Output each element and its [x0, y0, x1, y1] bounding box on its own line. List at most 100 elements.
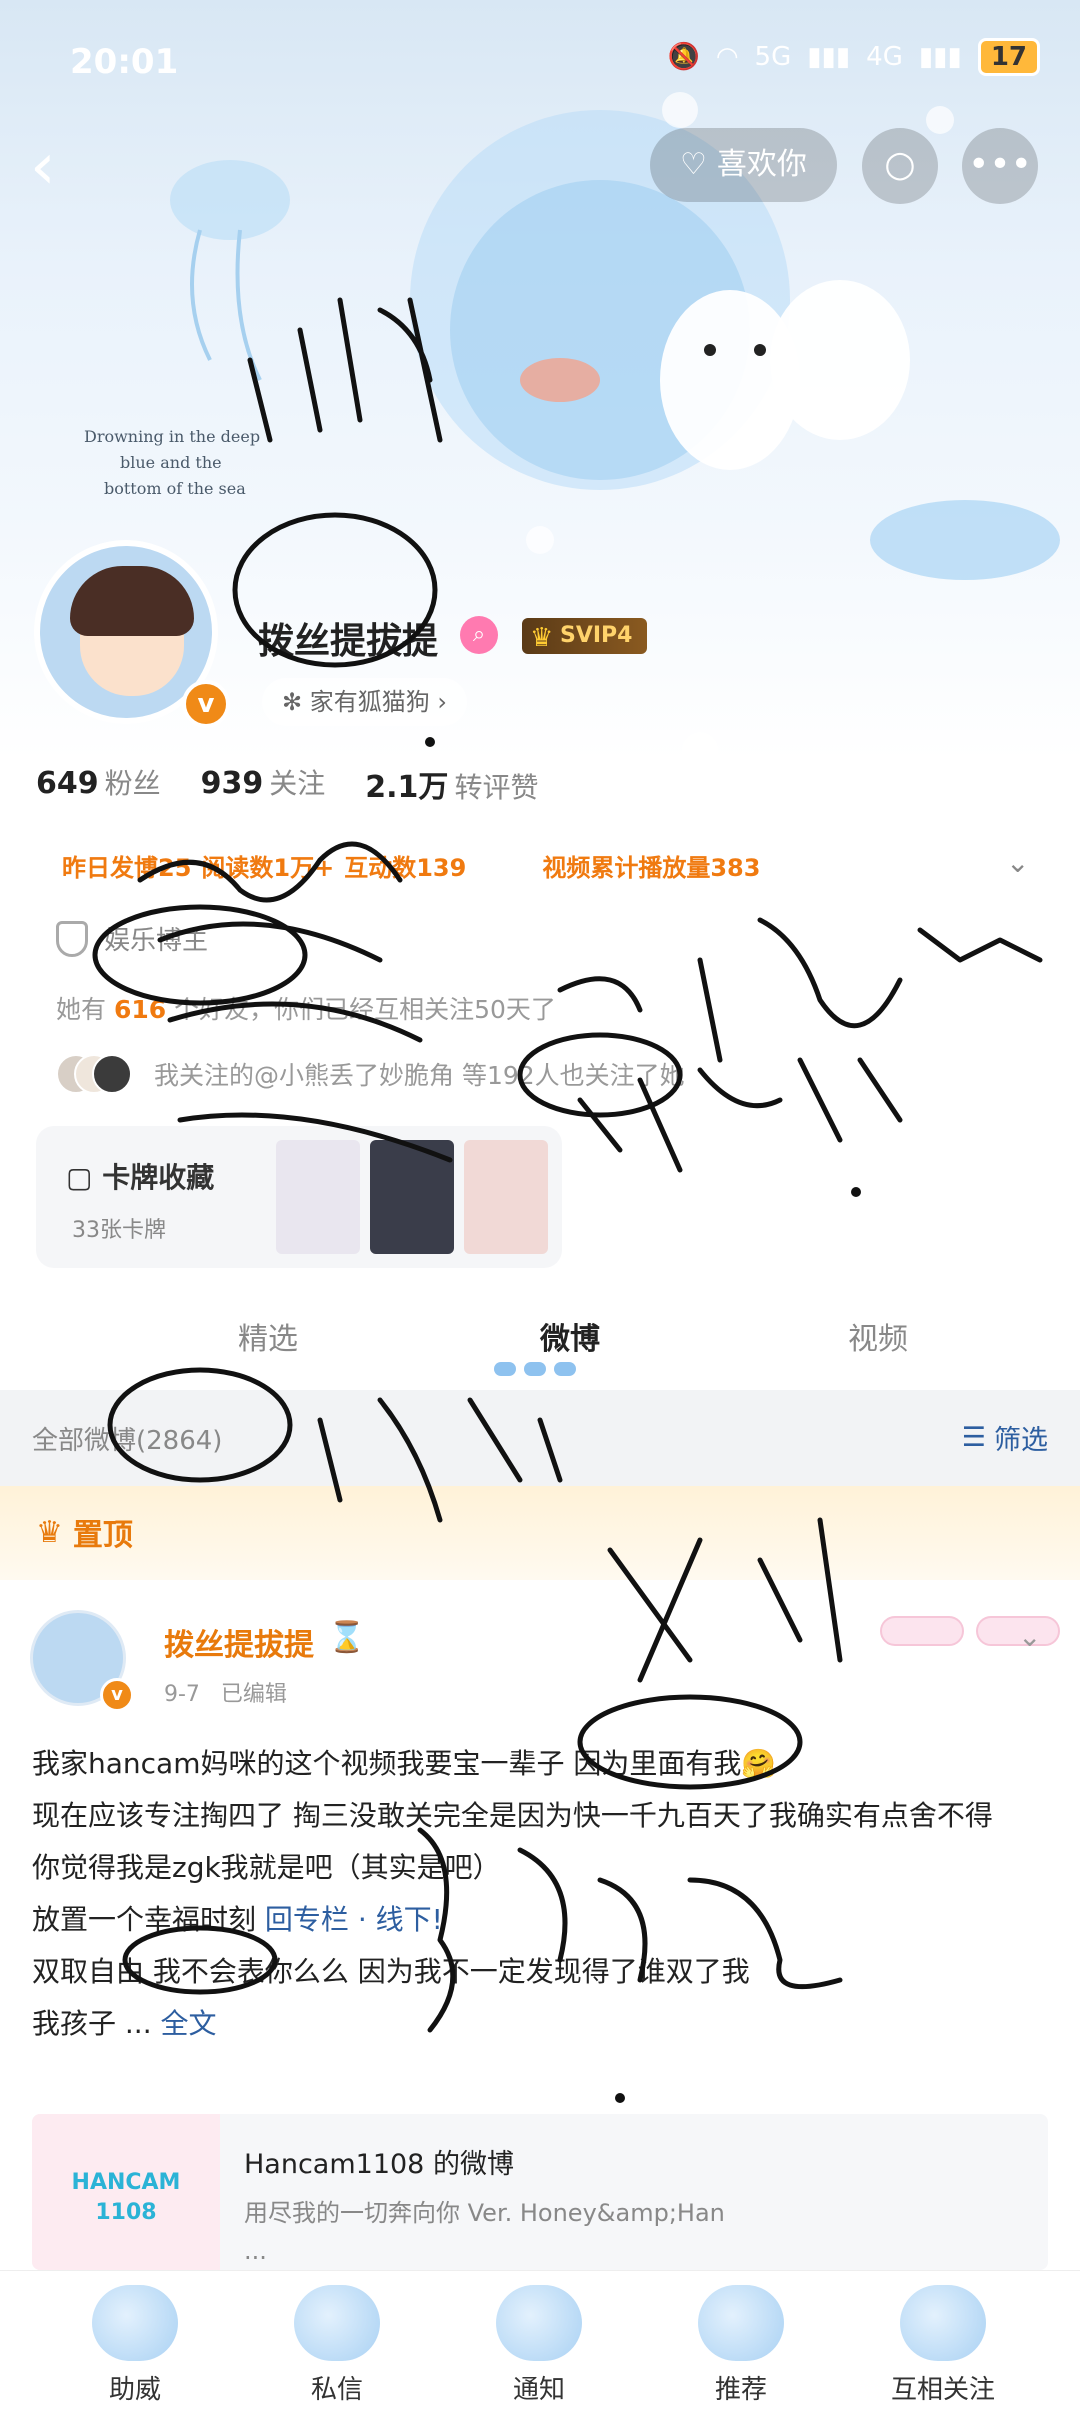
nav-recommend[interactable]: 推荐 [656, 2271, 826, 2412]
card-collection[interactable]: ▢ 卡牌收藏 33张卡牌 [36, 1126, 562, 1268]
tab-featured[interactable]: 精选 [238, 1314, 298, 1358]
nav-messages[interactable]: 私信 [252, 2271, 422, 2412]
post-author[interactable]: 拨丝提拔提 [164, 1620, 314, 1664]
dog-icon [92, 2285, 178, 2361]
embed-logo-top: HANCAM [71, 2170, 181, 2195]
fish-icon [698, 2285, 784, 2361]
cover-caption-1: Drowning in the deep [84, 427, 260, 446]
search-icon[interactable]: ○ [862, 128, 938, 204]
card-thumbnail[interactable] [464, 1140, 548, 1254]
friends-count: 616 [113, 995, 167, 1024]
embedded-card[interactable]: HANCAM 1108 Hancam1108 的微博 用尽我的一切奔向你 Ver… [32, 2114, 1048, 2270]
activity-summary[interactable]: 昨日发博25 阅读数1万+ 互动数139 视频累计播放量383 [62, 848, 760, 883]
embed-thumbnail: HANCAM 1108 [32, 2114, 220, 2270]
mini-avatar [92, 1054, 132, 1094]
post-meta: 9-7 已编辑 [164, 1676, 287, 1708]
activity-interactions: 互动数139 [344, 854, 467, 882]
top-nav: ‹ ♡ 喜欢你 ○ ••• [0, 110, 1080, 220]
jellyfish-icon [294, 2285, 380, 2361]
tab-weibo[interactable]: 微博 [540, 1314, 600, 1358]
chevron-down-icon[interactable]: ⌄ [1018, 1620, 1041, 1653]
crown-icon: ♛ [36, 1514, 63, 1550]
mutual-follow-row[interactable]: 我关注的@小熊丢了妙脆角 等192人也关注了她 [56, 1054, 685, 1094]
verified-badge-icon: v [100, 1678, 134, 1712]
embed-description: 用尽我的一切奔向你 Ver. Honey&amp;Han ... [244, 2194, 1024, 2270]
status-icons: 🔕 ◠ 5G ▮▮▮ 4G ▮▮▮ 17 [667, 38, 1040, 76]
friends-row: 她有 616 个好友，你们已经互相关注50天了 [56, 990, 556, 1026]
hourglass-icon: ⌛ [328, 1620, 366, 1655]
like-you-label: 喜欢你 [716, 147, 807, 182]
stat-followers[interactable]: 649 粉丝 [36, 762, 161, 806]
wifi-icon: ◠ [715, 42, 739, 72]
tab-video[interactable]: 视频 [848, 1314, 908, 1358]
filter-label: 筛选 [994, 1425, 1048, 1456]
mute-icon: 🔕 [667, 42, 700, 72]
card-collection-title: ▢ 卡牌收藏 [66, 1156, 214, 1196]
pinned-post: v 拨丝提拔提 ⌛ 9-7 已编辑 ⌄ 我家hancam妈咪的这个视频我要宝一辈… [0, 1580, 1080, 2270]
nav-cheer[interactable]: 助威 [50, 2271, 220, 2412]
post-body[interactable]: 我家hancam妈咪的这个视频我要宝一辈子 因为里面有我🤗 现在应该专注掏四了 … [32, 1738, 1052, 2050]
search-badge-icon[interactable]: ⌕ [460, 616, 498, 654]
filter-bar: 全部微博(2864) ☰ 筛选 [0, 1390, 1080, 1486]
post-line: 我孩子 ... 全文 [32, 1998, 1052, 2050]
stat-label: 粉丝 [104, 767, 161, 800]
verification-row[interactable]: 娱乐博主 [56, 920, 208, 957]
embed-desc-line: 用尽我的一切奔向你 Ver. Honey&amp;Han [244, 2199, 725, 2227]
more-icon[interactable]: ••• [962, 128, 1038, 204]
stat-value: 649 [36, 766, 99, 801]
status-bar: 20:01 🔕 ◠ 5G ▮▮▮ 4G ▮▮▮ 17 [0, 0, 1080, 110]
stat-interactions[interactable]: 2.1万 转评赞 [365, 762, 538, 806]
chevron-down-icon[interactable]: ⌄ [1006, 846, 1029, 879]
activity-posts: 昨日发博25 [62, 854, 192, 882]
nav-label: 互相关注 [890, 2375, 995, 2405]
embed-logo-bottom: 1108 [95, 2200, 157, 2225]
card-title-text: 卡牌收藏 [102, 1161, 215, 1194]
card-collection-count: 33张卡牌 [72, 1218, 166, 1243]
pinned-text: 置顶 [72, 1518, 133, 1553]
nav-label: 推荐 [714, 2375, 767, 2405]
card-thumbnail[interactable] [276, 1140, 360, 1254]
filter-button[interactable]: ☰ 筛选 [962, 1418, 1048, 1457]
status-time: 20:01 [70, 42, 179, 82]
activity-reads: 阅读数1万+ [201, 854, 335, 882]
signal-5g: 5G [754, 42, 792, 72]
stat-label: 转评赞 [454, 771, 539, 804]
svip-badge[interactable]: ♛ SVIP4 [522, 618, 647, 654]
signal-4g: 4G [866, 42, 903, 72]
post-edited: 已编辑 [220, 1682, 287, 1707]
all-posts-count[interactable]: 全部微博(2864) [32, 1420, 222, 1457]
stat-value: 2.1万 [365, 770, 449, 805]
filter-icon: ☰ [961, 1422, 986, 1453]
svip-label: SVIP4 [560, 623, 633, 648]
bottom-nav: 助威 私信 通知 推荐 互相关注 [0, 2270, 1080, 2412]
chevron-right-icon: › [437, 688, 447, 716]
read-more-link[interactable]: 全文 [161, 2007, 217, 2040]
stat-following[interactable]: 939 关注 [201, 762, 326, 806]
activity-video-plays: 视频累计播放量383 [542, 854, 761, 882]
nav-notifications[interactable]: 通知 [454, 2271, 624, 2412]
embed-desc-line: ... [244, 2237, 267, 2265]
profile-stats: 649 粉丝 939 关注 2.1万 转评赞 [36, 762, 538, 806]
pet-tag-label: 家有狐猫狗 [309, 688, 430, 716]
like-you-button[interactable]: ♡ 喜欢你 [650, 128, 837, 202]
embed-logo: HANCAM 1108 [50, 2168, 202, 2228]
post-line: 双取自由 我不会表你么么 因为我不一定发现得了谁双了我 [32, 1955, 750, 1988]
pinned-banner: ♛ 置顶 [0, 1486, 1080, 1580]
cover-caption-2: blue and the [120, 453, 222, 472]
crown-icon: ♛ [530, 623, 554, 653]
battery-indicator: 17 [977, 38, 1040, 76]
stat-value: 939 [200, 766, 264, 801]
post-inline-link[interactable]: 回专栏 · 线下! [265, 1903, 443, 1936]
post-line-text: 我孩子 ... [32, 2007, 152, 2040]
nav-mutual-follow[interactable]: 互相关注 [858, 2271, 1028, 2412]
card-thumbnail[interactable] [370, 1140, 454, 1254]
post-line: 放置一个幸福时刻 回专栏 · 线下! [32, 1894, 1052, 1946]
back-icon[interactable]: ‹ [30, 132, 90, 202]
signal-bars-icon: ▮▮▮ [807, 42, 851, 72]
cover-caption-3: bottom of the sea [104, 479, 246, 498]
mutual-avatars [56, 1054, 132, 1094]
card-icon: ▢ [66, 1161, 103, 1194]
pet-tag[interactable]: ✻ 家有狐猫狗 › [262, 678, 467, 726]
verified-badge-icon: v [182, 680, 230, 728]
